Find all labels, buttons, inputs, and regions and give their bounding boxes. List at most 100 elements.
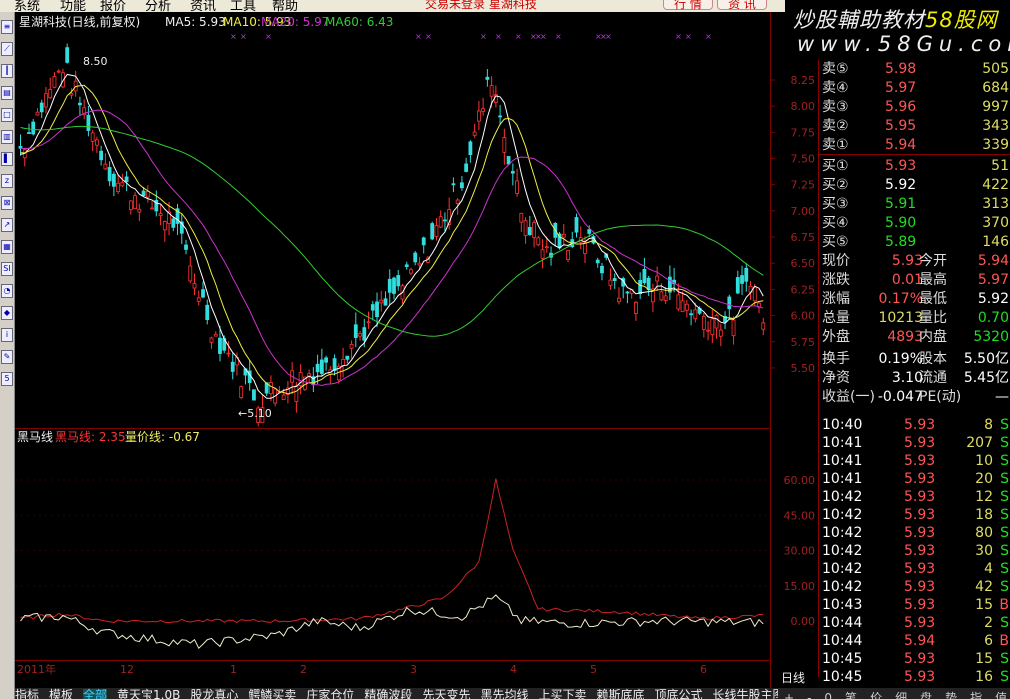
ask-price: 5.94 [885,137,917,153]
price-tick-label: 6.50 [791,257,816,270]
ask-row: 卖③ 5.96 997 [819,98,1010,116]
panel-tab[interactable]: 细 [895,689,907,699]
panel-tab[interactable]: 值 [995,689,1007,699]
menu-function[interactable]: 功能 [60,0,86,12]
indicator-tab[interactable]: 赖斯底底 [596,689,644,699]
signal-marker: × [495,32,502,41]
bid-volume: 51 [991,158,1009,174]
indicator-tab[interactable]: 鳄鳞买卖 [248,689,296,699]
panel-tab[interactable]: 指 [970,689,982,699]
number-icon[interactable]: 5 [1,372,13,386]
news-button[interactable]: 资 讯 [717,0,767,11]
candle [78,102,82,106]
window-icon[interactable]: □ [1,108,13,122]
candle [162,221,167,231]
list-icon[interactable]: ≡ [1,20,13,34]
low-price-label: ←5.10 [238,407,272,420]
panel-tab[interactable]: 势 [945,689,957,699]
indicator-tab[interactable]: 上买下卖 [538,689,586,699]
bid-row: 买④ 5.90 370 [819,214,1010,232]
trade-time: 10:45 [822,651,863,667]
stat-row: 涨跌 0.01 最高 5.97 [819,271,1010,289]
panel-tab[interactable]: - [807,691,811,699]
bar-icon[interactable]: ▥ [1,130,13,144]
candle [349,343,354,349]
si-icon[interactable]: SI [1,262,13,276]
candle [218,337,222,354]
stat-row: 收益(一) -0.047 PE(动) — [819,388,1010,406]
indicator-tab[interactable]: 模板 [49,689,73,699]
menu-tools[interactable]: 工具 [230,0,256,12]
stat-value: 0.17% [878,291,923,307]
panel-tab[interactable]: 笔 [845,689,857,699]
stat-value: 5.50亿 [963,351,1009,367]
trade-time: 10:44 [822,615,863,631]
indicator-tab[interactable]: 庄家仓位 [306,689,354,699]
stat-label: 净资 [822,370,850,386]
indicator-tab[interactable]: 指标 [15,689,39,699]
indicator-tab[interactable]: 长线牛股主图 [713,689,778,699]
kline-chart[interactable]: × × × × × × × × ××× × ××× × × × 8.258.007.757.507.257… [15,12,818,688]
grid-icon[interactable]: ▦ [1,240,13,254]
stat-value: 5.97 [977,272,1009,288]
candle [740,275,744,284]
bid-label: 买① [822,158,849,174]
panel-tab[interactable]: 价 [870,689,882,699]
candle [137,208,142,213]
menu-help[interactable]: 帮助 [272,0,298,12]
menu-quote[interactable]: 报价 [100,0,126,12]
trade-row: 10:42 5.93 42 S [819,578,1010,596]
quote-button[interactable]: 行 情 [663,0,713,11]
ind-tick-label: 30.00 [784,545,816,558]
indicator-tab[interactable]: 黑先均线 [480,689,528,699]
candle [281,394,286,400]
trade-time: 10:43 [822,597,863,613]
trend-icon[interactable]: ↗ [1,218,13,232]
ask-label: 卖④ [822,80,849,96]
pen-icon[interactable]: ✎ [1,350,13,364]
column-icon[interactable]: ▌ [1,152,13,166]
pie-icon[interactable]: ◔ [1,284,13,298]
stat-row: 涨幅 0.17% 最低 5.92 [819,290,1010,308]
ask-price: 5.97 [885,80,917,96]
trade-volume: 42 [975,579,993,595]
indicator-tab[interactable]: 股龙真心 [190,689,238,699]
ask-price: 5.96 [885,99,917,115]
candle [561,233,566,238]
trade-side: S [1000,507,1009,523]
menu-news[interactable]: 资讯 [190,0,216,12]
ma60-line [20,125,764,337]
candle [735,277,740,294]
trade-price: 5.93 [904,561,936,577]
indicator-tab[interactable]: 黄天宝1.0B [117,689,180,699]
candle-icon[interactable]: ┃ [1,64,13,78]
panel-tab[interactable]: + [784,691,794,699]
signal-marker: × [230,32,237,41]
info-icon[interactable]: i [1,328,13,342]
price-tick-label: 7.75 [791,126,816,139]
table-icon[interactable]: ▤ [1,86,13,100]
bid-row: 买⑤ 5.89 146 [819,233,1010,251]
panel-tab[interactable]: 0 [824,691,832,699]
candle [107,167,112,182]
ask-price: 5.98 [885,61,917,77]
chart-icon[interactable]: ⟋ [1,42,13,56]
indicator-tab[interactable]: 先天变先 [422,689,470,699]
stat-value: 5320 [973,329,1009,345]
candle [116,182,121,192]
candle [353,324,358,338]
zoom-icon[interactable]: z [1,174,13,188]
indicator-tab[interactable]: 顶底公式 [655,689,703,699]
candle [111,173,116,187]
stat-value: 5.92 [977,291,1009,307]
price-tick-label: 8.00 [791,100,816,113]
indicator-tab[interactable]: 精确波段 [364,689,412,699]
panel-tab[interactable]: 盘 [920,689,932,699]
indicator-tab[interactable]: 全部 [83,689,108,699]
scan-icon[interactable]: ⊠ [1,196,13,210]
menu-system[interactable]: 系统 [14,0,40,12]
bid-label: 买④ [822,215,849,231]
diamond-icon[interactable]: ◆ [1,306,13,320]
menu-analysis[interactable]: 分析 [145,0,171,12]
candle [710,318,715,335]
